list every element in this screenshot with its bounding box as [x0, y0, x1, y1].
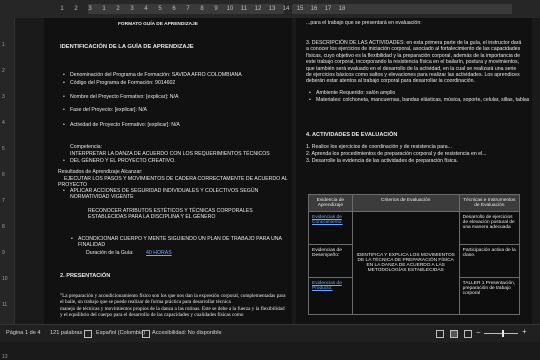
duracion-label: Duración de la Guía: [86, 250, 134, 256]
evaluacion-item-1: 1. Realice los ejercicios de coordinació… [306, 144, 452, 150]
right-top-line: ...para el trabajo que se presentará en … [306, 20, 422, 26]
bullet-project-activity: Actividad de Proyecto Formativo: [explic… [63, 122, 180, 129]
ruler-left-number: 6 [2, 172, 5, 178]
status-bar: Página 1 de 4 121 palabras Español (Colo… [0, 324, 540, 342]
ruler-left-number: 4 [2, 120, 5, 126]
section-presentacion-heading: 2. PRESENTACIÓN [60, 273, 111, 279]
horizontal-ruler[interactable]: 1 2 3 1 2 3 4 5 6 7 8 9 10 11 12 13 14 15 16 17 18 [0, 0, 540, 18]
ruler-left-number: 13 [2, 354, 8, 360]
ruler-number: 8 [200, 6, 204, 12]
ruler-number: 9 [214, 6, 218, 12]
ruler-number: 18 [338, 6, 346, 12]
ruler-number: 10 [226, 6, 234, 12]
ruler-number: 14 [282, 6, 290, 12]
ruler-number: 17 [324, 6, 332, 12]
bullet-project-phase: Fase del Proyecto: [explicar]: N/A [63, 107, 147, 114]
table-cell: Evidencias de Conocimiento: [308, 211, 353, 245]
read-mode-icon[interactable] [436, 330, 444, 338]
duracion-value: 40 HORAS [146, 250, 172, 256]
table-header-cell: Técnicas e Instrumentos de Evaluación [458, 194, 521, 212]
print-layout-icon[interactable] [450, 330, 458, 338]
bullet-aplicar: APLICAR ACCIONES DE SEGURIDAD INDIVIDUAL… [63, 188, 284, 201]
accessibility-status[interactable]: Accesibilidad: No disponible [152, 330, 222, 336]
zoom-slider-track[interactable] [484, 333, 518, 334]
section-identificacion-heading: IDENTIFICACIÓN DE LA GUÍA DE APRENDIZAJE [60, 44, 194, 50]
evidence-link[interactable]: Evidencias de Conocimiento: [312, 215, 343, 225]
ruler-left-numbers: 12345678910111213 [2, 42, 8, 360]
language-indicator[interactable]: Español (Colombia) [96, 330, 145, 336]
ruler-number: 3 [130, 6, 134, 12]
table-cell-criteria: IDENTIFICA Y EXPLICA LOS MOVIMIENTOS DE … [351, 211, 460, 315]
competencia-text: INTERPRETAR LA DANZA DE ACUERDO CON LOS … [70, 151, 270, 157]
bullet-project-name: Nombre del Proyecto Formativo: [explicar… [63, 94, 178, 101]
ruler-number: 3 [88, 6, 92, 12]
zoom-out-icon[interactable]: − [476, 328, 481, 337]
ruler-number: 12 [254, 6, 262, 12]
ruler-number: 15 [296, 6, 304, 12]
bullet-materiales: Materiales: colchoneta, mancuernas, band… [309, 97, 529, 104]
bullet-program-name: Denominación del Programa de Formación: … [63, 72, 242, 79]
ruler-number: 2 [116, 6, 120, 12]
ruler-number: 4 [144, 6, 148, 12]
ruler-number: 1 [60, 6, 64, 12]
ruler-number: 1 [102, 6, 106, 12]
table-header-cell: Evidencia de Aprendizaje [308, 194, 353, 212]
proofing-icon[interactable] [84, 330, 92, 338]
bullet-acondicionar: ACONDICIONAR CUERPO Y MENTE SIGUIENDO UN… [71, 236, 284, 249]
ruler-numbers: 1 2 3 1 2 3 4 5 6 7 8 9 10 11 12 13 14 15 16 17 18 [55, 4, 349, 14]
vertical-ruler[interactable]: 12345678910111213 [0, 18, 15, 360]
web-layout-icon[interactable] [464, 330, 472, 338]
bullet-ambiente: Ambiente Requerido: salón amplio [309, 90, 395, 97]
section-descripcion-paragraph: 3. DESCRIPCIÓN DE LAS ACTIVIDADES: en es… [306, 40, 522, 85]
section-evaluacion-heading: 4. ACTIVIDADES DE EVALUACIÓN [306, 132, 398, 138]
reconocer-text: RECONOCER ATRIBUTOS ESTÉTICOS Y TÉCNICAS… [88, 208, 253, 221]
ruler-left-number: 7 [2, 198, 5, 204]
word-count[interactable]: 121 palabras [50, 330, 82, 336]
ruler-left-number: 3 [2, 94, 5, 100]
table-cell: TALLER 1 Presentación, preparación de tr… [458, 277, 521, 315]
ruler-left-number: 2 [2, 68, 5, 74]
table-cell: Evidencias de Producto: [308, 277, 353, 315]
zoom-slider-handle[interactable] [502, 330, 504, 337]
page-count[interactable]: Página 1 de 4 [6, 330, 41, 336]
competencia-label: Competencia: [70, 144, 103, 150]
evaluacion-item-3: 3. Desarrolle la evidencia de las activi… [306, 158, 458, 164]
ruler-number: 16 [310, 6, 318, 12]
presentacion-paragraph-2: manejo de técnicas y movimientos propios… [60, 306, 285, 319]
competencia-bullet: DEL GÉNERO Y EL PROYECTO CREATIVO. [63, 158, 176, 165]
ruler-number: 6 [172, 6, 176, 12]
page-header: FORMATO GUÍA DE APRENDIZAJE [118, 22, 198, 27]
ruler-number: 2 [74, 6, 78, 12]
table-header-row: Evidencia de Aprendizaje Criterios de Ev… [308, 194, 521, 212]
table-header-cell: Criterios de Evaluación [351, 194, 460, 212]
ruler-left-number: 11 [2, 302, 8, 308]
table-cell: Desarrollo de ejercicios de elevación po… [458, 211, 521, 245]
evaluation-table[interactable]: Evidencia de Aprendizaje Criterios de Ev… [308, 194, 521, 315]
zoom-in-icon[interactable]: + [522, 327, 527, 336]
ruler-left-number: 9 [2, 250, 5, 256]
table-cell: Participación activa de la clase. [458, 244, 521, 278]
evaluacion-item-2: 2. Aprenda los procedimientos de prepara… [306, 151, 487, 157]
evidence-link[interactable]: Evidencias de Producto: [312, 281, 342, 291]
ruler-number: 7 [186, 6, 190, 12]
table-cell: Evidencias de Desempeño: [308, 244, 353, 278]
table-row: Evidencias de Conocimiento: IDENTIFICA Y… [308, 211, 521, 315]
ruler-left-number: 8 [2, 224, 5, 230]
ruler-number: 5 [158, 6, 162, 12]
ruler-left-number: 5 [2, 146, 5, 152]
resultados-line-1: EJECUTAR LOS PASOS Y MOVIMIENTOS DE CADE… [64, 176, 288, 182]
accessibility-icon[interactable] [142, 330, 150, 338]
ruler-number: 13 [268, 6, 276, 12]
ruler-left-number: 10 [2, 276, 8, 282]
ruler-left-number: 1 [2, 42, 5, 48]
ruler-number: 11 [240, 6, 248, 12]
presentacion-paragraph-1: "La preparación y acondicionamiento físi… [60, 293, 286, 306]
resultados-label: Resultados de Aprendizaje Alcanzar: [58, 169, 143, 175]
bullet-program-code: Código del Programa de Formación: 901460… [63, 80, 175, 87]
